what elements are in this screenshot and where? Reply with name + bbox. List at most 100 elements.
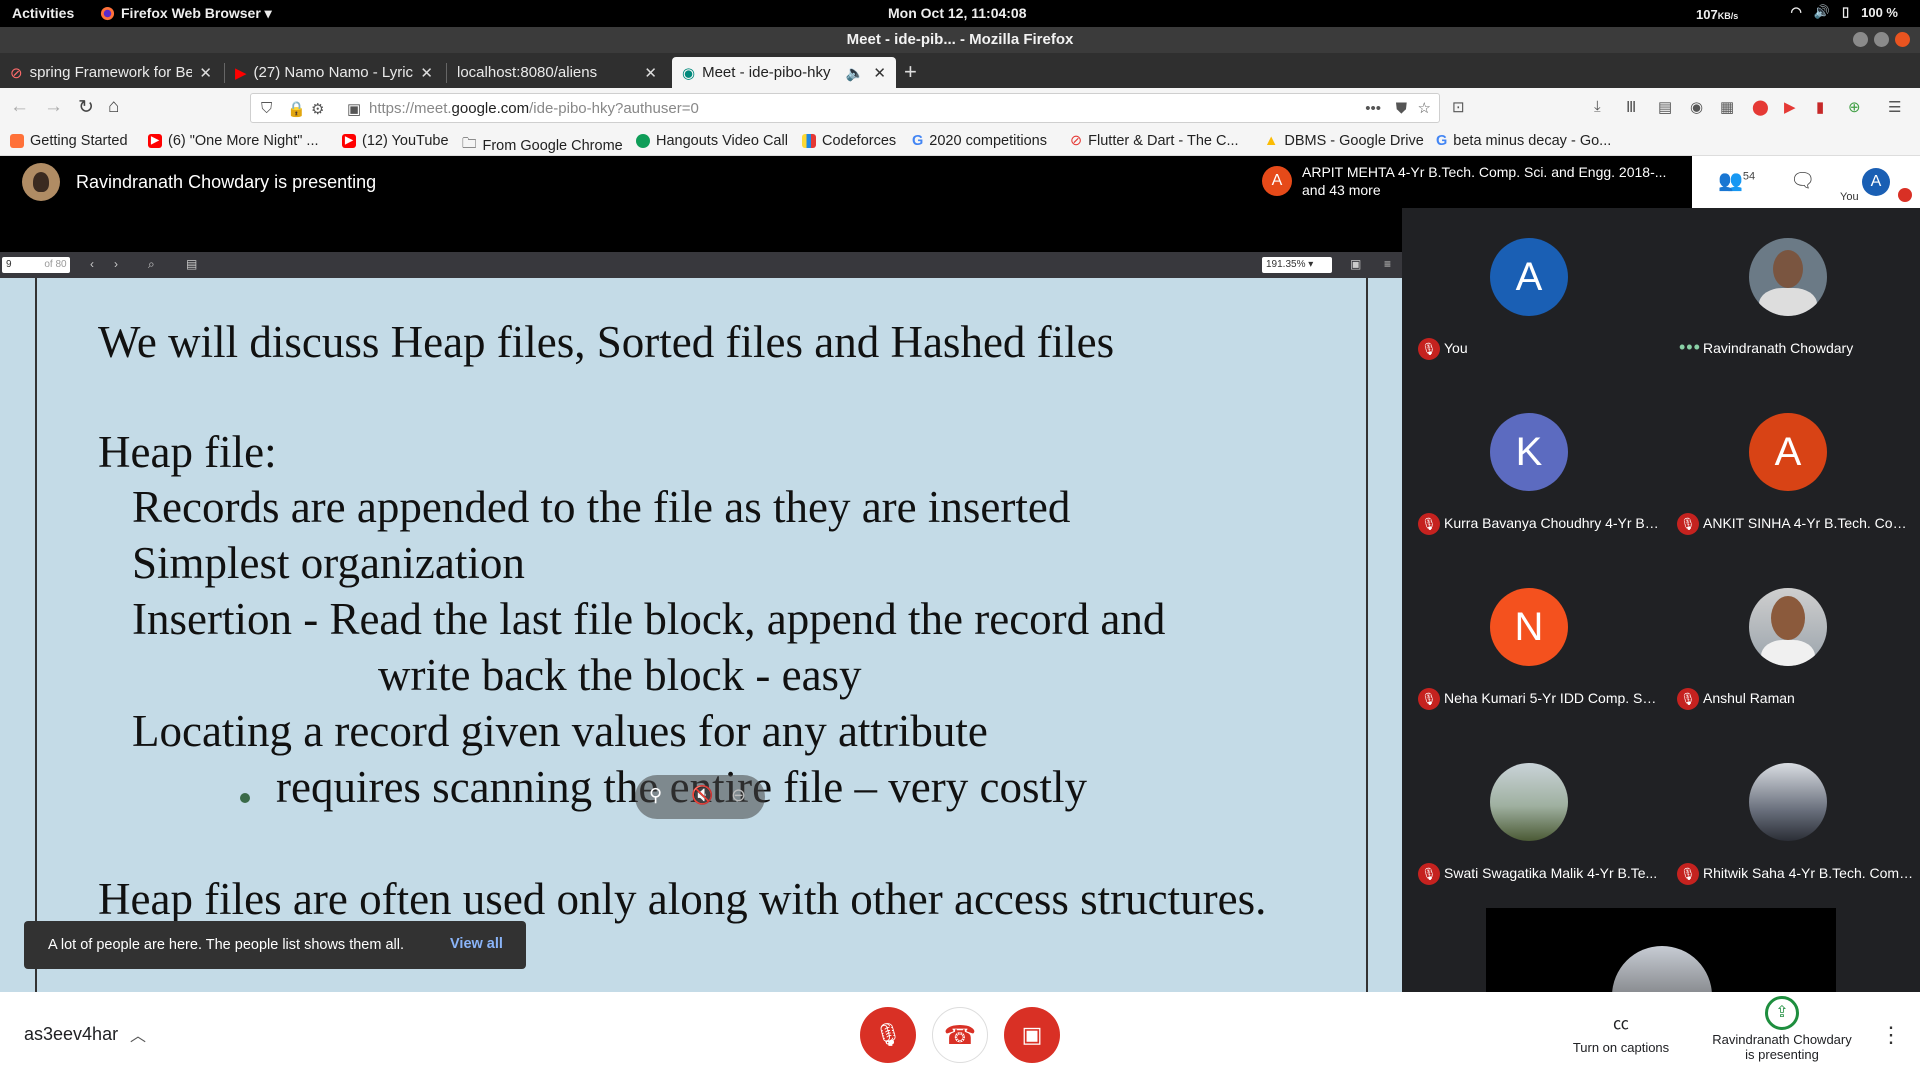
participant-tile[interactable]: 🎙 Rhitwik Saha 4-Yr B.Tech. Comp. ... xyxy=(1661,733,1920,908)
participant-avatar: A xyxy=(1749,413,1827,491)
clock[interactable]: Mon Oct 12, 11:04:08 xyxy=(888,5,1027,21)
home-icon[interactable]: ⌂ xyxy=(108,96,119,118)
present-screen-icon: ⇪ xyxy=(1765,996,1799,1030)
chevron-up-icon[interactable]: ︿ xyxy=(130,1022,146,1046)
sidebar-icon[interactable]: ▤ xyxy=(1658,98,1672,116)
participant-tile[interactable]: N 🎙 Neha Kumari 5-Yr IDD Comp. Sci.... xyxy=(1402,558,1661,733)
system-tray[interactable]: ◠ 🔊 ▯ 100 % xyxy=(1790,4,1898,20)
extension-icon[interactable]: ⊕ xyxy=(1848,98,1861,116)
folder-icon: 🗀 xyxy=(462,136,477,152)
people-button[interactable]: 👥54 xyxy=(1718,168,1755,193)
camera-permission-icon[interactable]: ▣ xyxy=(347,100,361,118)
forward-icon[interactable]: → xyxy=(44,96,63,118)
zoom-select[interactable]: 191.35% ▾ xyxy=(1262,257,1332,273)
url-text[interactable]: https://meet.google.com/ide-pibo-hky?aut… xyxy=(369,100,699,117)
reload-icon[interactable]: ↻ xyxy=(78,96,94,119)
extension-icon[interactable]: ▮ xyxy=(1816,98,1824,116)
close-tab-icon[interactable]: ✕ xyxy=(644,64,657,82)
more-options-icon[interactable]: ⋮ xyxy=(1880,1022,1902,1048)
maximize-button[interactable] xyxy=(1874,32,1889,47)
app-menu[interactable]: Firefox Web Browser ▾ xyxy=(100,5,272,22)
meeting-code[interactable]: as3eev4har xyxy=(24,1024,118,1045)
muted-mic-icon: 🎙 xyxy=(1418,513,1440,535)
bookmark-label: From Google Chrome xyxy=(482,137,623,154)
slide-heading: We will discuss Heap files, Sorted files… xyxy=(98,317,1115,367)
account-icon[interactable]: ◉ xyxy=(1690,98,1703,116)
participant-tile[interactable]: K 🎙 Kurra Bavanya Choudhry 4-Yr B.T... xyxy=(1402,383,1661,558)
window-controls xyxy=(1853,32,1910,47)
remove-icon[interactable]: ⊖ xyxy=(731,785,746,806)
bookmark-dbms-drive[interactable]: ▲ DBMS - Google Drive xyxy=(1264,133,1424,149)
mute-tile-icon[interactable]: 🔇 xyxy=(691,785,713,806)
minimize-button[interactable] xyxy=(1853,32,1868,47)
participant-tile[interactable]: A 🎙 ANKIT SINHA 4-Yr B.Tech. Comp... xyxy=(1661,383,1920,558)
page-actions-icon[interactable]: ••• xyxy=(1365,100,1381,117)
presenter-header: Ravindranath Chowdary is presenting xyxy=(0,156,1402,252)
bookmark-competitions[interactable]: G 2020 competitions xyxy=(912,133,1047,149)
participant-name: Swati Swagatika Malik 4-Yr B.Te... xyxy=(1444,865,1658,881)
slide-footer: Heap files are often used only along wit… xyxy=(98,874,1267,924)
next-page-icon[interactable]: › xyxy=(114,257,118,271)
bookmark-flutter[interactable]: ⊘ Flutter & Dart - The C... xyxy=(1070,133,1239,149)
youtube-ext-icon[interactable]: ▶ xyxy=(1784,98,1796,116)
tab-youtube[interactable]: ▶ (27) Namo Namo - Lyrica ✕ xyxy=(225,57,443,88)
activities-button[interactable]: Activities xyxy=(12,5,74,21)
screenshot-icon[interactable]: ▦ xyxy=(1720,98,1734,116)
tab-meet[interactable]: ◉ Meet - ide-pibo-hky 🔈 ✕ xyxy=(672,57,896,88)
join-notification[interactable]: A ARPIT MEHTA 4-Yr B.Tech. Comp. Sci. an… xyxy=(1252,156,1692,208)
hang-up-button[interactable]: ☎ xyxy=(932,1007,988,1063)
pdf-search-icon[interactable]: ⌕ xyxy=(148,257,155,272)
pdf-present-icon[interactable]: ▣ xyxy=(1350,257,1361,271)
downloads-icon[interactable]: ⤓ xyxy=(1594,98,1601,115)
participant-tile[interactable]: 🎙 Anshul Raman xyxy=(1661,558,1920,733)
permissions-icon[interactable]: ⚙ xyxy=(311,100,324,118)
bookmark-youtube[interactable]: ▶ (12) YouTube xyxy=(342,133,449,149)
prev-page-icon[interactable]: ‹ xyxy=(90,257,94,271)
bookmark-star-icon[interactable]: ☆ xyxy=(1418,99,1431,117)
participant-tile[interactable]: A 🎙 You xyxy=(1402,208,1661,383)
camera-off-button[interactable]: ▣ xyxy=(1004,1007,1060,1063)
adblock-icon[interactable]: ⬤ xyxy=(1752,98,1769,116)
participant-tile-partial[interactable] xyxy=(1486,908,1836,992)
udemy-icon: ⊘ xyxy=(1070,133,1083,149)
presenter-avatar xyxy=(22,163,60,201)
bookmark-one-more-night[interactable]: ▶ (6) "One More Night" ... xyxy=(148,133,319,149)
pin-icon[interactable]: ⚲ xyxy=(649,785,662,806)
bookmark-folder-chrome[interactable]: 🗀 From Google Chrome xyxy=(462,133,623,158)
menu-icon[interactable]: ☰ xyxy=(1888,98,1901,116)
page-number-input[interactable]: 9 of 80 xyxy=(2,257,70,273)
tab-localhost[interactable]: localhost:8080/aliens ✕ xyxy=(447,57,667,88)
meet-bottom-bar: as3eev4har ︿ 🎙 ☎ ▣ ㏄ Turn on captions ⇪ … xyxy=(0,992,1920,1080)
bookmark-codeforces[interactable]: Codeforces xyxy=(802,133,896,149)
firefox-icon xyxy=(10,134,24,148)
mic-off-button[interactable]: 🎙 xyxy=(860,1007,916,1063)
new-tab-button[interactable]: + xyxy=(904,59,917,85)
captions-button[interactable]: ㏄ Turn on captions xyxy=(1566,1010,1676,1055)
extension-icon[interactable]: ⊡ xyxy=(1452,98,1465,116)
participant-tile[interactable]: 🎙 Swati Swagatika Malik 4-Yr B.Te... xyxy=(1402,733,1661,908)
bookmark-hangouts[interactable]: Hangouts Video Call xyxy=(636,133,788,149)
close-tab-icon[interactable]: ✕ xyxy=(420,64,433,82)
view-all-button[interactable]: View all xyxy=(450,936,503,952)
library-icon[interactable]: Ⅲ xyxy=(1626,98,1636,116)
chat-icon[interactable]: 🗨 xyxy=(1790,168,1815,193)
people-icon: 👥 xyxy=(1718,170,1743,192)
drive-icon: ▲ xyxy=(1264,133,1279,149)
tab-spring[interactable]: ⊘ spring Framework for Be ✕ xyxy=(0,57,222,88)
lock-icon[interactable]: 🔒 xyxy=(287,100,306,118)
self-avatar[interactable]: A xyxy=(1862,168,1890,196)
speaker-icon[interactable]: 🔈 xyxy=(846,64,865,82)
back-icon[interactable]: ← xyxy=(10,96,29,118)
pocket-icon[interactable]: ⛊ xyxy=(1396,100,1407,117)
url-bar[interactable]: ⛉ 🔒 ⚙ ▣ https://meet.google.com/ide-pibo… xyxy=(250,93,1440,123)
close-window-button[interactable] xyxy=(1895,32,1910,47)
pdf-tools-icon[interactable]: ≡ xyxy=(1384,257,1391,271)
pdf-sidebar-icon[interactable]: ▤ xyxy=(186,257,197,271)
participant-tile[interactable]: ••• Ravindranath Chowdary xyxy=(1661,208,1920,383)
bookmark-getting-started[interactable]: Getting Started xyxy=(10,133,128,149)
bookmark-beta-decay[interactable]: Gbeta minus decay - Go... xyxy=(1436,133,1611,149)
close-tab-icon[interactable]: ✕ xyxy=(199,64,212,82)
presenting-button[interactable]: ⇪ Ravindranath Chowdary is presenting xyxy=(1702,996,1862,1062)
close-tab-icon[interactable]: ✕ xyxy=(873,64,886,82)
shield-icon[interactable]: ⛉ xyxy=(261,100,272,117)
